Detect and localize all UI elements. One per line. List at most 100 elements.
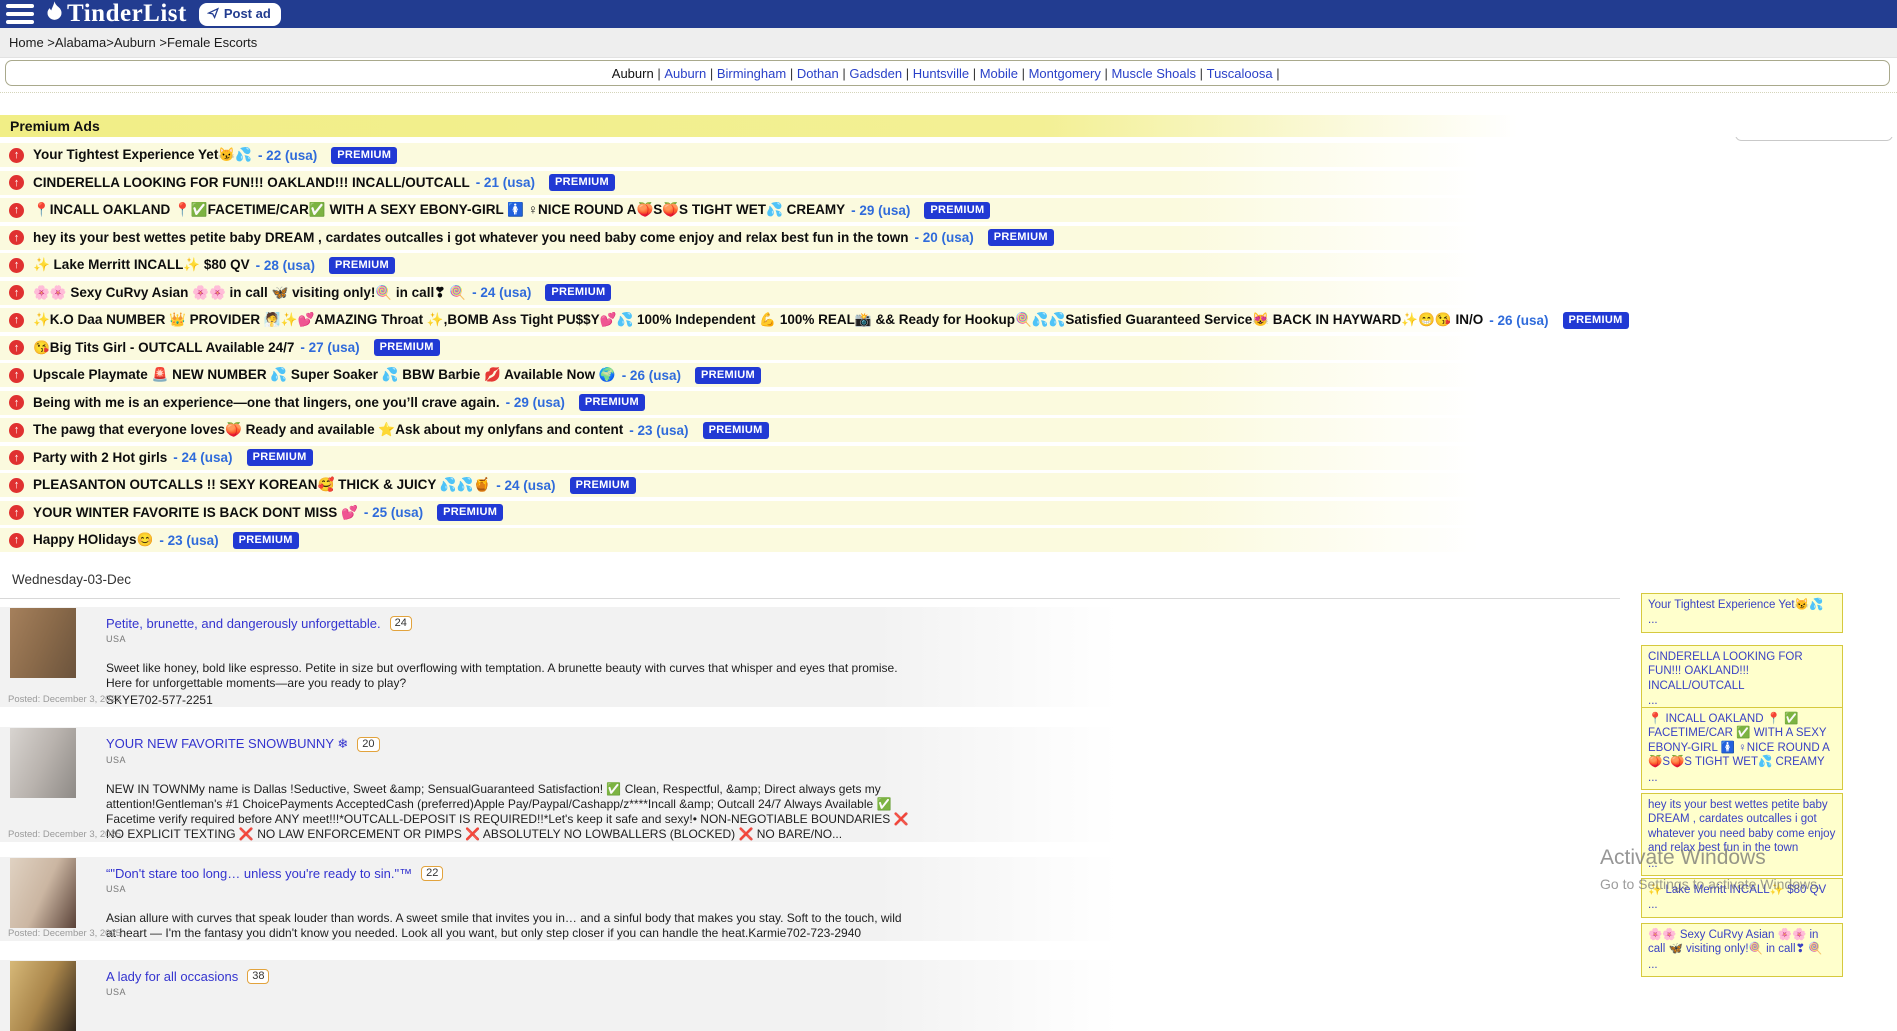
city-link[interactable]: Birmingham — [717, 66, 786, 81]
bump-up-icon[interactable]: ↑ — [9, 258, 24, 273]
listing-description: NEW IN TOWNMy name is Dallas !Seductive,… — [106, 782, 911, 842]
premium-ad-title[interactable]: ✨ Lake Merritt INCALL✨ $80 QV — [33, 257, 250, 273]
bump-up-icon[interactable]: ↑ — [9, 533, 24, 548]
city-link[interactable]: Mobile — [980, 66, 1018, 81]
premium-ad-title[interactable]: PLEASANTON OUTCALLS !! SEXY KOREAN🥰 THIC… — [33, 477, 490, 493]
bump-up-icon[interactable]: ↑ — [9, 423, 24, 438]
premium-ad-age-region: - 29 (usa) — [851, 203, 910, 218]
premium-ad-title[interactable]: Your Tightest Experience Yet😼💦 — [33, 147, 252, 163]
listing-thumbnail[interactable] — [10, 961, 76, 1031]
breadcrumb-link[interactable]: Auburn — [114, 35, 156, 50]
bump-up-icon[interactable]: ↑ — [9, 450, 24, 465]
sidebar-ad-box[interactable]: Your Tightest Experience Yet😼💦 ... — [1641, 593, 1843, 633]
premium-ad-title[interactable]: hey its your best wettes petite baby DRE… — [33, 230, 908, 245]
sidebar-ad-box[interactable]: CINDERELLA LOOKING FOR FUN!!! OAKLAND!!!… — [1641, 645, 1843, 714]
city-link[interactable]: Tuscaloosa — [1207, 66, 1273, 81]
premium-ad-row: ↑ The pawg that everyone loves🍑 Ready an… — [0, 418, 1897, 442]
premium-ad-title[interactable]: YOUR WINTER FAVORITE IS BACK DONT MISS 💕 — [33, 505, 358, 521]
city-link[interactable]: Auburn — [612, 66, 654, 81]
date-header: Wednesday-03-Dec — [0, 568, 1620, 599]
listing-phone: SKYE702-577-2251 — [106, 693, 911, 707]
listing-country: USA — [106, 755, 911, 765]
sidebar-ad-more[interactable]: ... — [1648, 771, 1836, 785]
bump-up-icon[interactable]: ↑ — [9, 505, 24, 520]
listing-title-link[interactable]: YOUR NEW FAVORITE SNOWBUNNY ❄ — [106, 736, 348, 752]
city-link[interactable]: Gadsden — [849, 66, 902, 81]
brand-logo[interactable]: TinderList — [44, 0, 187, 28]
bump-up-icon[interactable]: ↑ — [9, 313, 24, 328]
premium-ad-title[interactable]: CINDERELLA LOOKING FOR FUN!!! OAKLAND!!!… — [33, 175, 470, 190]
city-separator: | — [1196, 66, 1207, 81]
premium-ad-title[interactable]: Being with me is an experience—one that … — [33, 395, 500, 410]
listing-thumbnail[interactable] — [10, 728, 76, 798]
premium-badge: PREMIUM — [988, 229, 1054, 246]
bump-up-icon[interactable]: ↑ — [9, 203, 24, 218]
bump-up-icon[interactable]: ↑ — [9, 395, 24, 410]
premium-ad-title[interactable]: Happy HOlidays😊 — [33, 532, 153, 548]
premium-badge: PREMIUM — [1563, 312, 1629, 329]
premium-ad-row: ↑ YOUR WINTER FAVORITE IS BACK DONT MISS… — [0, 501, 1897, 525]
sidebar-ad-title: CINDERELLA LOOKING FOR FUN!!! OAKLAND!!!… — [1648, 650, 1836, 693]
sidebar-ad-title: ✨ Lake Merritt INCALL✨ $80 QV — [1648, 883, 1836, 897]
premium-ad-title[interactable]: Party with 2 Hot girls — [33, 450, 167, 465]
breadcrumb-link[interactable]: Home — [9, 35, 44, 50]
premium-ad-title[interactable]: 😘Big Tits Girl - OUTCALL Available 24/7 — [33, 340, 294, 356]
listing-posted-date: Posted: December 3, 2025 — [8, 928, 121, 939]
premium-ad-row: ↑ ✨K.O Daa NUMBER 👑 PROVIDER 🧖✨💕AMAZING … — [0, 308, 1897, 332]
sidebar-ad-title: Your Tightest Experience Yet😼💦 — [1648, 598, 1836, 612]
bump-up-icon[interactable]: ↑ — [9, 368, 24, 383]
menu-icon[interactable] — [6, 4, 34, 24]
breadcrumb-separator: > — [44, 35, 55, 50]
premium-ad-title[interactable]: ✨K.O Daa NUMBER 👑 PROVIDER 🧖✨💕AMAZING Th… — [33, 312, 1483, 328]
premium-ad-title[interactable]: The pawg that everyone loves🍑 Ready and … — [33, 422, 623, 438]
sidebar-ad-box[interactable]: 🌸🌸 Sexy CuRvy Asian 🌸🌸 in call 🦋 visitin… — [1641, 923, 1843, 977]
premium-ad-age-region: - 24 (usa) — [472, 285, 531, 300]
listings-section: Wednesday-03-Dec Petite, brunette, and d… — [0, 568, 1620, 1031]
listing-thumbnail[interactable] — [10, 608, 76, 678]
city-link[interactable]: Muscle Shoals — [1111, 66, 1196, 81]
age-badge: 20 — [357, 737, 379, 752]
sidebar-ad-more[interactable]: ... — [1648, 958, 1836, 972]
age-badge: 38 — [247, 969, 269, 984]
listing-title-link[interactable]: Petite, brunette, and dangerously unforg… — [106, 616, 381, 631]
listing-thumbnail[interactable] — [10, 858, 76, 928]
city-link[interactable]: Montgomery — [1029, 66, 1101, 81]
bump-up-icon[interactable]: ↑ — [9, 340, 24, 355]
premium-ad-row: ↑ hey its your best wettes petite baby D… — [0, 226, 1897, 250]
paper-plane-icon — [207, 6, 220, 22]
city-link[interactable]: Huntsville — [913, 66, 969, 81]
sidebar-ad-more[interactable]: ... — [1648, 898, 1836, 912]
premium-ad-age-region: - 26 (usa) — [1489, 313, 1548, 328]
bump-up-icon[interactable]: ↑ — [9, 175, 24, 190]
premium-ad-age-region: - 23 (usa) — [629, 423, 688, 438]
sidebar-ad-more[interactable]: ... — [1648, 613, 1836, 627]
sidebar-ad-title: 📍 INCALL OAKLAND 📍 ✅ FACETIME/CAR ✅ WITH… — [1648, 712, 1836, 770]
breadcrumb-link[interactable]: Female Escorts — [167, 35, 257, 50]
premium-badge: PREMIUM — [331, 147, 397, 164]
sidebar-ad-box[interactable]: 📍 INCALL OAKLAND 📍 ✅ FACETIME/CAR ✅ WITH… — [1641, 707, 1843, 790]
bump-up-icon[interactable]: ↑ — [9, 285, 24, 300]
bump-up-icon[interactable]: ↑ — [9, 230, 24, 245]
premium-ad-title[interactable]: 🌸🌸 Sexy CuRvy Asian 🌸🌸 in call 🦋 visitin… — [33, 285, 466, 301]
premium-ad-age-region: - 24 (usa) — [496, 478, 555, 493]
bump-up-icon[interactable]: ↑ — [9, 478, 24, 493]
listing-title-link[interactable]: A lady for all occasions — [106, 969, 238, 984]
post-ad-button[interactable]: Post ad — [199, 3, 281, 26]
bump-up-icon[interactable]: ↑ — [9, 148, 24, 163]
app-header: TinderList Post ad — [0, 0, 1897, 28]
listing-title-link[interactable]: “"Don't stare too long… unless you're re… — [106, 866, 412, 881]
sidebar-ad-box[interactable]: hey its your best wettes petite baby DRE… — [1641, 793, 1843, 876]
premium-ad-title[interactable]: Upscale Playmate 🚨 NEW NUMBER 💦 Super So… — [33, 367, 616, 383]
premium-ad-age-region: - 25 (usa) — [364, 505, 423, 520]
premium-ad-title[interactable]: 📍INCALL OAKLAND 📍✅FACETIME/CAR✅ WITH A S… — [33, 202, 845, 218]
city-link[interactable]: Auburn — [664, 66, 706, 81]
sidebar-ad-more[interactable]: ... — [1648, 857, 1836, 871]
city-link[interactable]: Dothan — [797, 66, 839, 81]
premium-badge: PREMIUM — [570, 477, 636, 494]
city-separator: | — [839, 66, 850, 81]
sidebar-ad-box[interactable]: ✨ Lake Merritt INCALL✨ $80 QV ... — [1641, 878, 1843, 918]
premium-badge: PREMIUM — [703, 422, 769, 439]
listing-posted-date: Posted: December 3, 2025 — [8, 829, 121, 840]
breadcrumb-link[interactable]: Alabama — [55, 35, 106, 50]
premium-ad-row: ↑ CINDERELLA LOOKING FOR FUN!!! OAKLAND!… — [0, 171, 1897, 195]
